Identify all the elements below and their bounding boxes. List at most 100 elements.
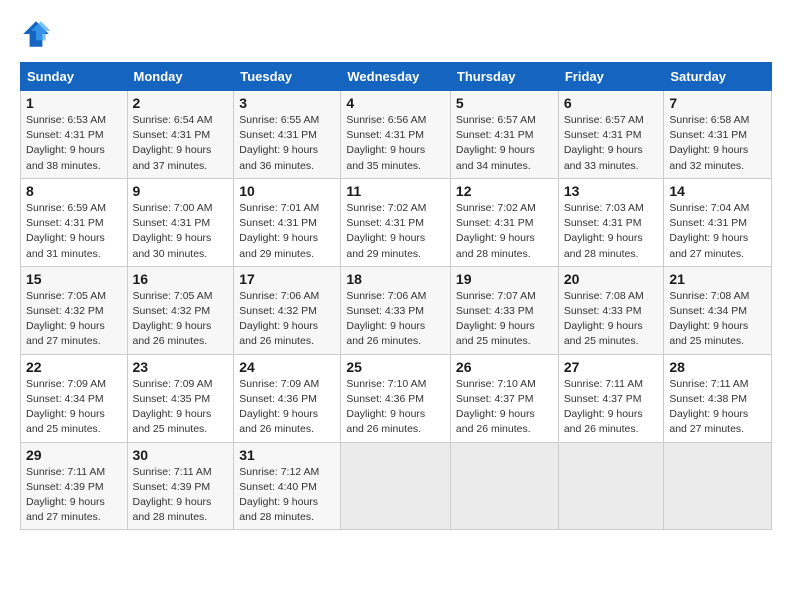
calendar-day: 26 Sunrise: 7:10 AMSunset: 4:37 PMDaylig… <box>450 354 558 442</box>
calendar-day: 11 Sunrise: 7:02 AMSunset: 4:31 PMDaylig… <box>341 178 451 266</box>
day-number: 9 <box>133 183 229 199</box>
calendar-day: 13 Sunrise: 7:03 AMSunset: 4:31 PMDaylig… <box>558 178 664 266</box>
day-info: Sunrise: 6:56 AMSunset: 4:31 PMDaylight:… <box>346 114 426 172</box>
day-number: 12 <box>456 183 553 199</box>
day-info: Sunrise: 7:12 AMSunset: 4:40 PMDaylight:… <box>239 466 319 524</box>
day-info: Sunrise: 7:03 AMSunset: 4:31 PMDaylight:… <box>564 202 644 260</box>
day-info: Sunrise: 7:10 AMSunset: 4:36 PMDaylight:… <box>346 378 426 436</box>
calendar-page: SundayMondayTuesdayWednesdayThursdayFrid… <box>0 0 792 612</box>
day-number: 24 <box>239 359 335 375</box>
day-number: 4 <box>346 95 445 111</box>
calendar-day: 9 Sunrise: 7:00 AMSunset: 4:31 PMDayligh… <box>127 178 234 266</box>
day-number: 18 <box>346 271 445 287</box>
calendar-day <box>664 442 772 530</box>
calendar-day: 20 Sunrise: 7:08 AMSunset: 4:33 PMDaylig… <box>558 266 664 354</box>
day-info: Sunrise: 7:02 AMSunset: 4:31 PMDaylight:… <box>346 202 426 260</box>
calendar-day: 6 Sunrise: 6:57 AMSunset: 4:31 PMDayligh… <box>558 91 664 179</box>
day-number: 15 <box>26 271 122 287</box>
calendar-day: 4 Sunrise: 6:56 AMSunset: 4:31 PMDayligh… <box>341 91 451 179</box>
calendar-week: 22 Sunrise: 7:09 AMSunset: 4:34 PMDaylig… <box>21 354 772 442</box>
day-info: Sunrise: 6:59 AMSunset: 4:31 PMDaylight:… <box>26 202 106 260</box>
day-info: Sunrise: 6:55 AMSunset: 4:31 PMDaylight:… <box>239 114 319 172</box>
day-number: 1 <box>26 95 122 111</box>
day-info: Sunrise: 7:08 AMSunset: 4:33 PMDaylight:… <box>564 290 644 348</box>
day-info: Sunrise: 7:05 AMSunset: 4:32 PMDaylight:… <box>26 290 106 348</box>
day-number: 20 <box>564 271 659 287</box>
day-number: 27 <box>564 359 659 375</box>
weekday-header: Saturday <box>664 63 772 91</box>
calendar-day: 2 Sunrise: 6:54 AMSunset: 4:31 PMDayligh… <box>127 91 234 179</box>
calendar-day: 16 Sunrise: 7:05 AMSunset: 4:32 PMDaylig… <box>127 266 234 354</box>
day-info: Sunrise: 7:08 AMSunset: 4:34 PMDaylight:… <box>669 290 749 348</box>
calendar-day: 28 Sunrise: 7:11 AMSunset: 4:38 PMDaylig… <box>664 354 772 442</box>
calendar-day: 10 Sunrise: 7:01 AMSunset: 4:31 PMDaylig… <box>234 178 341 266</box>
calendar-week: 1 Sunrise: 6:53 AMSunset: 4:31 PMDayligh… <box>21 91 772 179</box>
day-info: Sunrise: 6:58 AMSunset: 4:31 PMDaylight:… <box>669 114 749 172</box>
day-info: Sunrise: 7:04 AMSunset: 4:31 PMDaylight:… <box>669 202 749 260</box>
day-info: Sunrise: 7:11 AMSunset: 4:39 PMDaylight:… <box>26 466 105 524</box>
day-info: Sunrise: 7:06 AMSunset: 4:32 PMDaylight:… <box>239 290 319 348</box>
day-info: Sunrise: 6:54 AMSunset: 4:31 PMDaylight:… <box>133 114 213 172</box>
calendar-day <box>450 442 558 530</box>
calendar-day: 19 Sunrise: 7:07 AMSunset: 4:33 PMDaylig… <box>450 266 558 354</box>
day-info: Sunrise: 7:11 AMSunset: 4:39 PMDaylight:… <box>133 466 212 524</box>
calendar-day: 15 Sunrise: 7:05 AMSunset: 4:32 PMDaylig… <box>21 266 128 354</box>
logo-icon <box>20 18 52 50</box>
day-number: 22 <box>26 359 122 375</box>
day-number: 8 <box>26 183 122 199</box>
day-number: 14 <box>669 183 766 199</box>
day-info: Sunrise: 7:06 AMSunset: 4:33 PMDaylight:… <box>346 290 426 348</box>
calendar-table: SundayMondayTuesdayWednesdayThursdayFrid… <box>20 62 772 530</box>
day-info: Sunrise: 7:09 AMSunset: 4:34 PMDaylight:… <box>26 378 106 436</box>
day-number: 30 <box>133 447 229 463</box>
day-info: Sunrise: 7:10 AMSunset: 4:37 PMDaylight:… <box>456 378 536 436</box>
day-info: Sunrise: 6:53 AMSunset: 4:31 PMDaylight:… <box>26 114 106 172</box>
weekday-header: Friday <box>558 63 664 91</box>
calendar-week: 15 Sunrise: 7:05 AMSunset: 4:32 PMDaylig… <box>21 266 772 354</box>
day-number: 31 <box>239 447 335 463</box>
day-number: 29 <box>26 447 122 463</box>
logo <box>20 18 56 50</box>
calendar-day: 5 Sunrise: 6:57 AMSunset: 4:31 PMDayligh… <box>450 91 558 179</box>
weekday-header: Tuesday <box>234 63 341 91</box>
calendar-day: 14 Sunrise: 7:04 AMSunset: 4:31 PMDaylig… <box>664 178 772 266</box>
day-info: Sunrise: 6:57 AMSunset: 4:31 PMDaylight:… <box>564 114 644 172</box>
header <box>20 18 772 50</box>
calendar-day: 17 Sunrise: 7:06 AMSunset: 4:32 PMDaylig… <box>234 266 341 354</box>
day-info: Sunrise: 7:00 AMSunset: 4:31 PMDaylight:… <box>133 202 213 260</box>
calendar-day: 18 Sunrise: 7:06 AMSunset: 4:33 PMDaylig… <box>341 266 451 354</box>
day-number: 10 <box>239 183 335 199</box>
calendar-day <box>558 442 664 530</box>
calendar-header: SundayMondayTuesdayWednesdayThursdayFrid… <box>21 63 772 91</box>
weekday-header: Thursday <box>450 63 558 91</box>
calendar-day: 22 Sunrise: 7:09 AMSunset: 4:34 PMDaylig… <box>21 354 128 442</box>
day-number: 25 <box>346 359 445 375</box>
calendar-day: 24 Sunrise: 7:09 AMSunset: 4:36 PMDaylig… <box>234 354 341 442</box>
weekday-header: Monday <box>127 63 234 91</box>
calendar-day: 3 Sunrise: 6:55 AMSunset: 4:31 PMDayligh… <box>234 91 341 179</box>
day-number: 5 <box>456 95 553 111</box>
day-info: Sunrise: 7:11 AMSunset: 4:38 PMDaylight:… <box>669 378 748 436</box>
day-info: Sunrise: 6:57 AMSunset: 4:31 PMDaylight:… <box>456 114 536 172</box>
day-number: 26 <box>456 359 553 375</box>
day-number: 17 <box>239 271 335 287</box>
day-info: Sunrise: 7:11 AMSunset: 4:37 PMDaylight:… <box>564 378 643 436</box>
calendar-day: 29 Sunrise: 7:11 AMSunset: 4:39 PMDaylig… <box>21 442 128 530</box>
weekday-header: Sunday <box>21 63 128 91</box>
calendar-week: 8 Sunrise: 6:59 AMSunset: 4:31 PMDayligh… <box>21 178 772 266</box>
day-number: 21 <box>669 271 766 287</box>
day-number: 16 <box>133 271 229 287</box>
day-number: 23 <box>133 359 229 375</box>
calendar-day: 8 Sunrise: 6:59 AMSunset: 4:31 PMDayligh… <box>21 178 128 266</box>
calendar-day: 7 Sunrise: 6:58 AMSunset: 4:31 PMDayligh… <box>664 91 772 179</box>
day-info: Sunrise: 7:09 AMSunset: 4:36 PMDaylight:… <box>239 378 319 436</box>
day-info: Sunrise: 7:07 AMSunset: 4:33 PMDaylight:… <box>456 290 536 348</box>
calendar-day: 27 Sunrise: 7:11 AMSunset: 4:37 PMDaylig… <box>558 354 664 442</box>
day-number: 19 <box>456 271 553 287</box>
day-info: Sunrise: 7:01 AMSunset: 4:31 PMDaylight:… <box>239 202 319 260</box>
calendar-day: 12 Sunrise: 7:02 AMSunset: 4:31 PMDaylig… <box>450 178 558 266</box>
calendar-day: 23 Sunrise: 7:09 AMSunset: 4:35 PMDaylig… <box>127 354 234 442</box>
day-number: 28 <box>669 359 766 375</box>
day-info: Sunrise: 7:02 AMSunset: 4:31 PMDaylight:… <box>456 202 536 260</box>
day-number: 3 <box>239 95 335 111</box>
